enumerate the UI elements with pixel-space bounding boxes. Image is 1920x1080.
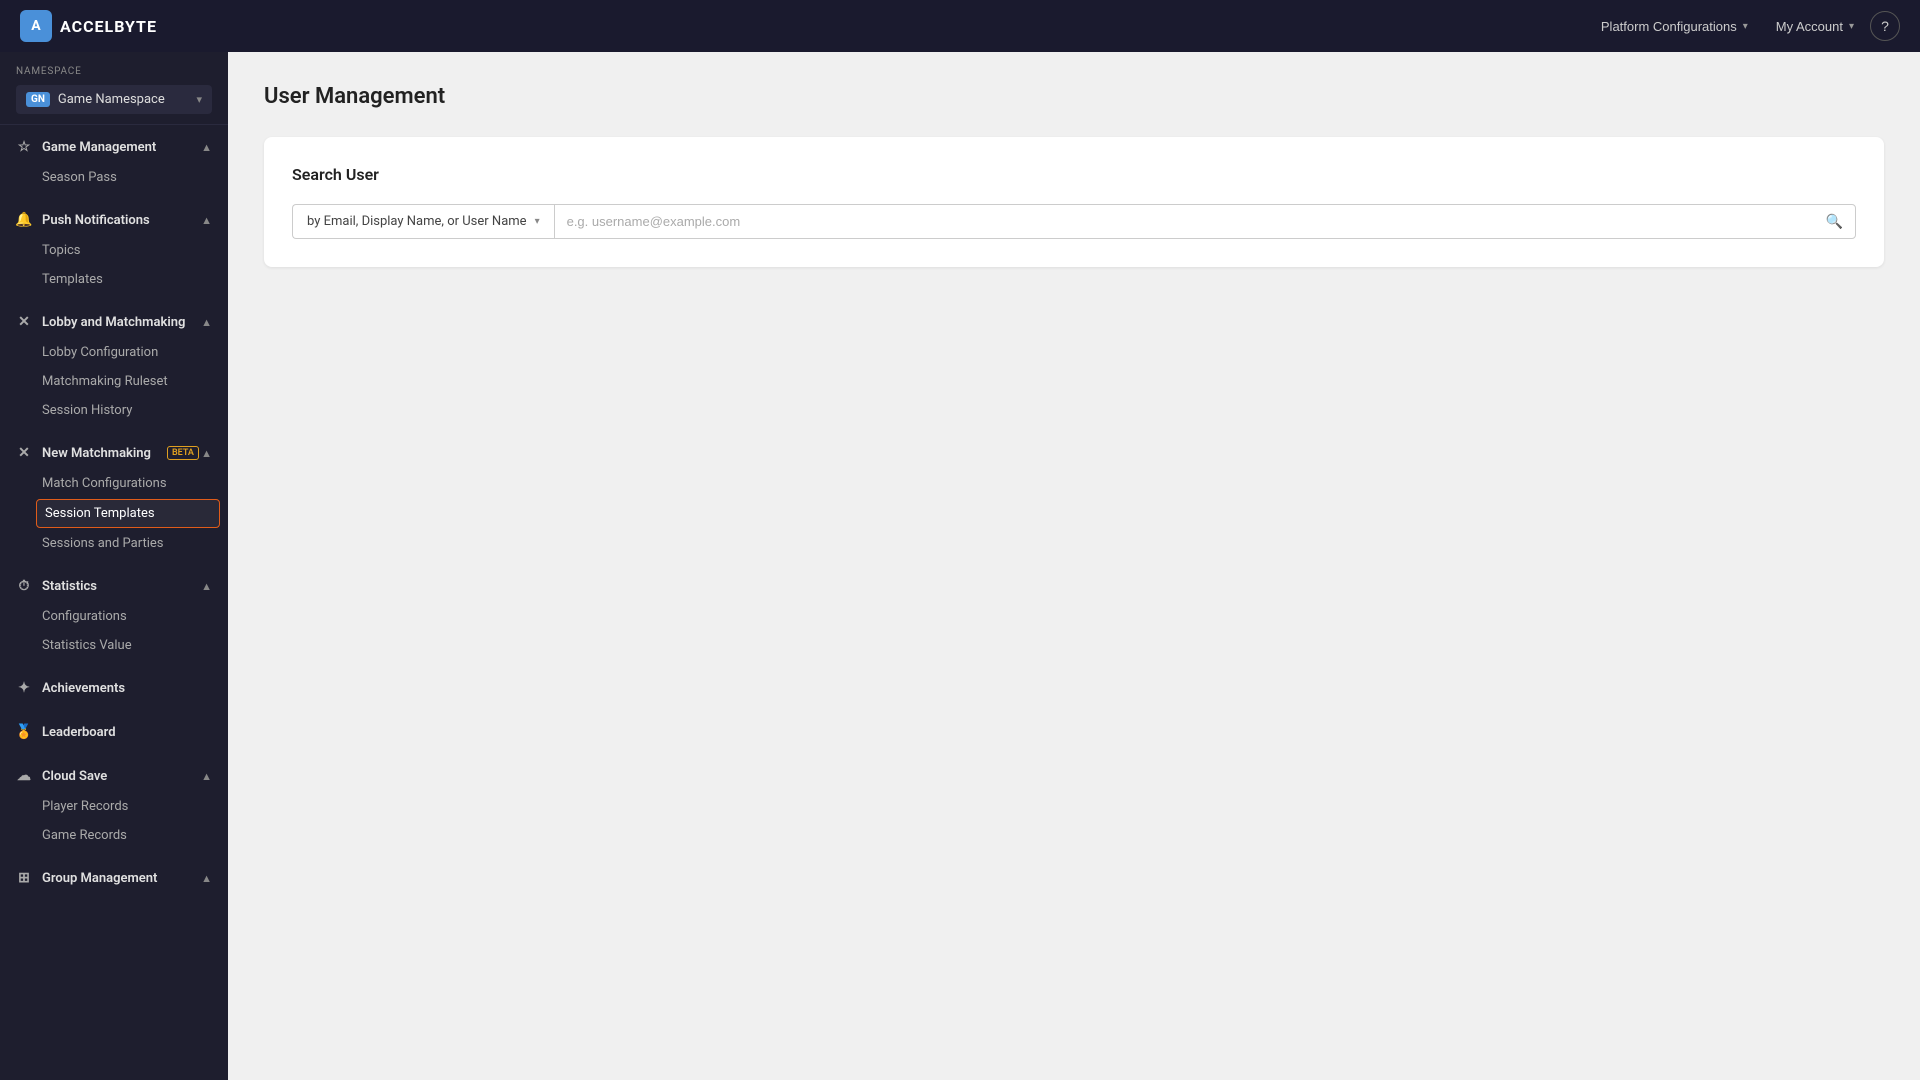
- platform-configs-chevron-icon: ▾: [1743, 21, 1748, 32]
- logo-text: ACCELBYTE: [60, 17, 157, 36]
- group-management-icon: ⊞: [16, 870, 32, 886]
- section-achievements-label: Achievements: [42, 681, 125, 696]
- section-group-management-label: Group Management: [42, 871, 157, 886]
- sidebar-item-matchmaking-ruleset[interactable]: Matchmaking Ruleset: [0, 367, 228, 396]
- new-matchmaking-icon: ✕: [16, 445, 32, 461]
- topbar: A ACCELBYTE Platform Configurations ▾ My…: [0, 0, 1920, 52]
- section-achievements-header[interactable]: ✦ Achievements: [0, 672, 228, 704]
- namespace-selector[interactable]: GN Game Namespace ▾: [16, 85, 212, 114]
- group-management-chevron-icon: ▲: [201, 872, 212, 885]
- logo: A ACCELBYTE: [20, 10, 157, 42]
- platform-configurations-button[interactable]: Platform Configurations ▾: [1589, 13, 1760, 40]
- layout: NAMESPACE GN Game Namespace ▾ ☆ Game Man…: [0, 52, 1920, 1080]
- push-notifications-icon: 🔔: [16, 212, 32, 228]
- search-card: Search User by Email, Display Name, or U…: [264, 137, 1884, 267]
- section-statistics-header[interactable]: ⏱ Statistics ▲: [0, 570, 228, 602]
- sidebar-item-match-configurations[interactable]: Match Configurations: [0, 469, 228, 498]
- section-push-notifications-header[interactable]: 🔔 Push Notifications ▲: [0, 204, 228, 236]
- help-button[interactable]: ?: [1870, 11, 1900, 41]
- my-account-button[interactable]: My Account ▾: [1764, 13, 1866, 40]
- sidebar-item-templates[interactable]: Templates: [0, 265, 228, 294]
- section-statistics: ⏱ Statistics ▲ Configurations Statistics…: [0, 564, 228, 666]
- namespace-badge: GN: [26, 92, 50, 107]
- lobby-matchmaking-icon: ✕: [16, 314, 32, 330]
- game-management-icon: ☆: [16, 139, 32, 155]
- game-management-chevron-icon: ▲: [201, 141, 212, 154]
- namespace-section: NAMESPACE GN Game Namespace ▾: [0, 52, 228, 125]
- section-new-matchmaking: ✕ New Matchmaking BETA ▲ Match Configura…: [0, 431, 228, 564]
- section-lobby-matchmaking-header[interactable]: ✕ Lobby and Matchmaking ▲: [0, 306, 228, 338]
- sidebar-item-lobby-config[interactable]: Lobby Configuration: [0, 338, 228, 367]
- search-icon: 🔍: [1826, 214, 1843, 230]
- sidebar-item-season-pass[interactable]: Season Pass: [0, 163, 228, 192]
- new-matchmaking-chevron-icon: ▲: [201, 447, 212, 460]
- section-cloud-save-label: Cloud Save: [42, 769, 107, 784]
- section-new-matchmaking-header[interactable]: ✕ New Matchmaking BETA ▲: [0, 437, 228, 469]
- achievements-icon: ✦: [16, 680, 32, 696]
- statistics-chevron-icon: ▲: [201, 580, 212, 593]
- section-cloud-save-header[interactable]: ☁ Cloud Save ▲: [0, 760, 228, 792]
- section-achievements: ✦ Achievements: [0, 666, 228, 710]
- search-row: by Email, Display Name, or User Name ▾ 🔍: [292, 204, 1856, 239]
- section-group-management: ⊞ Group Management ▲: [0, 856, 228, 900]
- search-filter-label: by Email, Display Name, or User Name: [307, 214, 527, 229]
- sidebar-item-configurations[interactable]: Configurations: [0, 602, 228, 631]
- cloud-save-chevron-icon: ▲: [201, 770, 212, 783]
- page-title: User Management: [264, 84, 1884, 109]
- section-leaderboard-label: Leaderboard: [42, 725, 116, 740]
- section-push-notifications-label: Push Notifications: [42, 213, 150, 228]
- section-group-management-header[interactable]: ⊞ Group Management ▲: [0, 862, 228, 894]
- section-leaderboard: 🏅 Leaderboard: [0, 710, 228, 754]
- main-content: User Management Search User by Email, Di…: [228, 52, 1920, 1080]
- my-account-chevron-icon: ▾: [1849, 21, 1854, 32]
- search-filter-chevron-icon: ▾: [535, 216, 540, 227]
- beta-badge: BETA: [167, 446, 199, 460]
- leaderboard-icon: 🏅: [16, 724, 32, 740]
- namespace-label: NAMESPACE: [16, 66, 212, 77]
- section-lobby-matchmaking-label: Lobby and Matchmaking: [42, 315, 185, 330]
- logo-icon: A: [20, 10, 52, 42]
- section-new-matchmaking-label: New Matchmaking: [42, 446, 151, 461]
- cloud-save-icon: ☁: [16, 768, 32, 784]
- section-game-management-label: Game Management: [42, 140, 156, 155]
- namespace-chevron-icon: ▾: [196, 93, 202, 106]
- section-leaderboard-header[interactable]: 🏅 Leaderboard: [0, 716, 228, 748]
- section-push-notifications: 🔔 Push Notifications ▲ Topics Templates: [0, 198, 228, 300]
- namespace-name: Game Namespace: [58, 92, 189, 107]
- section-lobby-matchmaking: ✕ Lobby and Matchmaking ▲ Lobby Configur…: [0, 300, 228, 431]
- section-statistics-label: Statistics: [42, 579, 97, 594]
- section-game-management-header[interactable]: ☆ Game Management ▲: [0, 131, 228, 163]
- sidebar-item-sessions-and-parties[interactable]: Sessions and Parties: [0, 529, 228, 558]
- search-input-wrap: 🔍: [554, 204, 1856, 239]
- search-input[interactable]: [567, 205, 1826, 238]
- section-cloud-save: ☁ Cloud Save ▲ Player Records Game Recor…: [0, 754, 228, 856]
- search-card-title: Search User: [292, 165, 1856, 184]
- sidebar-item-session-history[interactable]: Session History: [0, 396, 228, 425]
- sidebar-item-topics[interactable]: Topics: [0, 236, 228, 265]
- lobby-matchmaking-chevron-icon: ▲: [201, 316, 212, 329]
- sidebar-item-session-templates[interactable]: Session Templates: [36, 499, 220, 528]
- sidebar-item-statistics-value[interactable]: Statistics Value: [0, 631, 228, 660]
- push-notifications-chevron-icon: ▲: [201, 214, 212, 227]
- sidebar: NAMESPACE GN Game Namespace ▾ ☆ Game Man…: [0, 52, 228, 1080]
- sidebar-item-game-records[interactable]: Game Records: [0, 821, 228, 850]
- section-game-management: ☆ Game Management ▲ Season Pass: [0, 125, 228, 198]
- statistics-icon: ⏱: [16, 578, 32, 594]
- topbar-right: Platform Configurations ▾ My Account ▾ ?: [1589, 11, 1900, 41]
- search-filter-select[interactable]: by Email, Display Name, or User Name ▾: [292, 204, 554, 239]
- sidebar-item-player-records[interactable]: Player Records: [0, 792, 228, 821]
